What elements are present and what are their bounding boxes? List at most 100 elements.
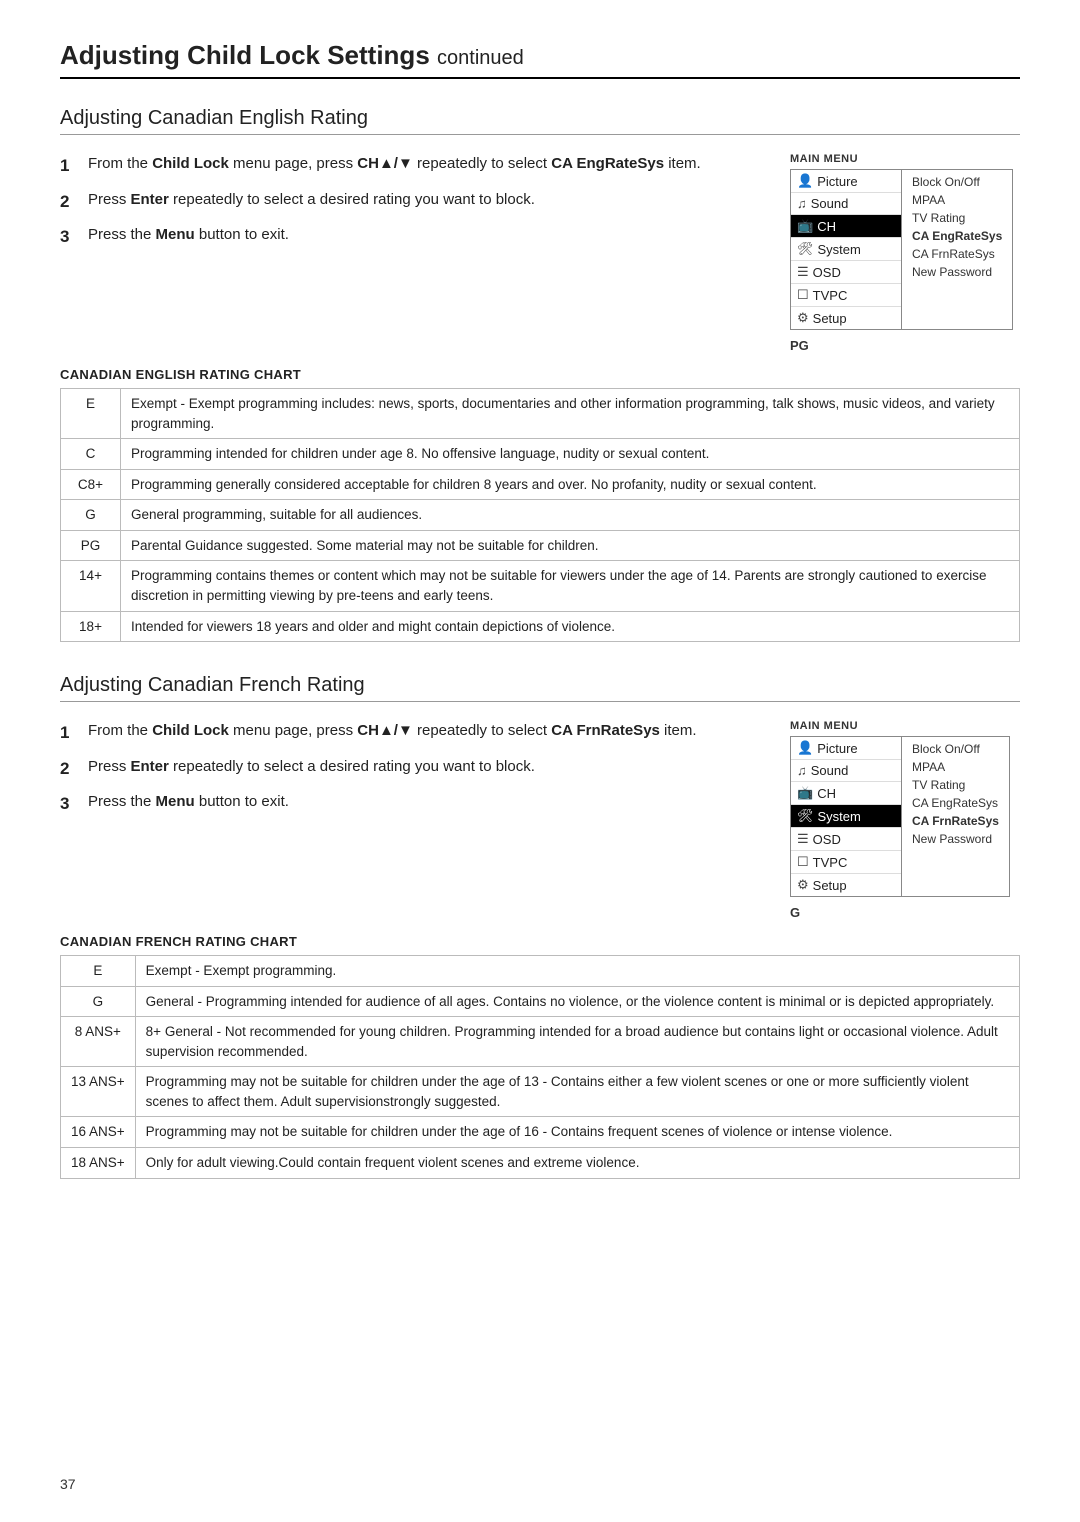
step-item: 2 Press Enter repeatedly to select a desi… bbox=[60, 756, 766, 782]
rating-description: General - Programming intended for audie… bbox=[135, 986, 1019, 1017]
step-number: 1 bbox=[60, 153, 82, 179]
rating-description: Programming may not be suitable for chil… bbox=[135, 1067, 1019, 1117]
menu-item-setup: ⚙ Setup bbox=[791, 874, 901, 896]
table-row: EExempt - Exempt programming includes: n… bbox=[61, 389, 1020, 439]
menu-right-item: CA EngRateSys bbox=[912, 228, 1002, 244]
rating-code: G bbox=[61, 500, 121, 531]
menu-item-label: CH bbox=[817, 219, 836, 234]
menu-item-tvpc: ☐ TVPC bbox=[791, 284, 901, 307]
menu2-rating: G bbox=[790, 905, 800, 920]
menu-item-picture: 👤 Picture bbox=[791, 737, 901, 760]
menu-right-item: CA FrnRateSys bbox=[912, 246, 1002, 262]
table-row: 13 ANS+Programming may not be suitable f… bbox=[61, 1067, 1020, 1117]
step-item: 2 Press Enter repeatedly to select a desi… bbox=[60, 189, 766, 215]
section2-chart-title: CANADIAN FRENCH RATING CHART bbox=[60, 934, 1020, 949]
picture-icon: 👤 bbox=[797, 740, 813, 756]
table-row: EExempt - Exempt programming. bbox=[61, 956, 1020, 987]
menu-item-sound: ♫ Sound bbox=[791, 193, 901, 215]
menu-item-label: Picture bbox=[817, 741, 857, 756]
rating-code: C bbox=[61, 439, 121, 470]
menu-right-item: Block On/Off bbox=[912, 174, 1002, 190]
rating-code: 8 ANS+ bbox=[61, 1017, 136, 1067]
table-row: PGParental Guidance suggested. Some mate… bbox=[61, 530, 1020, 561]
rating-description: Programming may not be suitable for chil… bbox=[135, 1117, 1019, 1148]
rating-code: E bbox=[61, 389, 121, 439]
sound-icon: ♫ bbox=[797, 196, 807, 211]
menu-right-item: MPAA bbox=[912, 192, 1002, 208]
picture-icon: 👤 bbox=[797, 173, 813, 189]
menu-item-label: System bbox=[818, 809, 861, 824]
setup-icon: ⚙ bbox=[797, 877, 809, 893]
menu-right-item: CA FrnRateSys bbox=[912, 813, 999, 829]
table-row: 18+Intended for viewers 18 years and old… bbox=[61, 611, 1020, 642]
menu-right-item: TV Rating bbox=[912, 210, 1002, 226]
step-number: 1 bbox=[60, 720, 82, 746]
rating-description: Exempt - Exempt programming. bbox=[135, 956, 1019, 987]
menu-item-sound: ♫Sound bbox=[791, 760, 901, 782]
menu-item-picture: 👤Picture bbox=[791, 170, 901, 193]
setup-icon: ⚙ bbox=[797, 310, 809, 326]
rating-description: Intended for viewers 18 years and older … bbox=[121, 611, 1020, 642]
table-row: GGeneral programming, suitable for all a… bbox=[61, 500, 1020, 531]
ch-icon: 📺 bbox=[797, 785, 813, 801]
step-text: Press Enter repeatedly to select a desir… bbox=[88, 756, 766, 779]
rating-code: PG bbox=[61, 530, 121, 561]
table-row: C8+Programming generally considered acce… bbox=[61, 469, 1020, 500]
page-title: Adjusting Child Lock Settings continued bbox=[60, 40, 1020, 79]
table-row: 14+Programming contains themes or conten… bbox=[61, 561, 1020, 611]
menu-item-label: TVPC bbox=[813, 288, 848, 303]
page-number: 37 bbox=[60, 1476, 76, 1492]
rating-code: 16 ANS+ bbox=[61, 1117, 136, 1148]
table-row: 8 ANS+8+ General - Not recommended for y… bbox=[61, 1017, 1020, 1067]
step-text: Press the Menu button to exit. bbox=[88, 791, 766, 814]
section1-chart-title: CANADIAN ENGLISH RATING CHART bbox=[60, 367, 1020, 382]
menu-box-2: 👤Picture♫Sound📺CH🛠System☰OSD☐TVPC⚙Setup … bbox=[790, 736, 1010, 897]
step-item: 3Press the Menu button to exit. bbox=[60, 224, 766, 250]
step-item: 3 Press the Menu button to exit. bbox=[60, 791, 766, 817]
menu-item-setup: ⚙Setup bbox=[791, 307, 901, 329]
rating-description: Programming intended for children under … bbox=[121, 439, 1020, 470]
section1-chart: EExempt - Exempt programming includes: n… bbox=[60, 388, 1020, 642]
menu-item-ch: 📺CH bbox=[791, 215, 901, 238]
main-menu-label-1: MAIN MENU bbox=[790, 153, 858, 165]
table-row: 16 ANS+Programming may not be suitable f… bbox=[61, 1117, 1020, 1148]
rating-code: 18+ bbox=[61, 611, 121, 642]
table-row: GGeneral - Programming intended for audi… bbox=[61, 986, 1020, 1017]
rating-description: Parental Guidance suggested. Some materi… bbox=[121, 530, 1020, 561]
menu-right-item: Block On/Off bbox=[912, 741, 999, 757]
menu-item-label: Sound bbox=[811, 196, 849, 211]
osd-icon: ☰ bbox=[797, 831, 809, 847]
menu-item-ch: 📺CH bbox=[791, 782, 901, 805]
rating-code: 13 ANS+ bbox=[61, 1067, 136, 1117]
section1-steps: 1From the Child Lock menu page, press CH… bbox=[60, 153, 766, 353]
rating-description: Programming contains themes or content w… bbox=[121, 561, 1020, 611]
rating-code: G bbox=[61, 986, 136, 1017]
table-row: CProgramming intended for children under… bbox=[61, 439, 1020, 470]
section2-steps: 1From the Child Lock menu page, press CH… bbox=[60, 720, 766, 920]
rating-description: Programming generally considered accepta… bbox=[121, 469, 1020, 500]
step-number: 3 bbox=[60, 791, 82, 817]
step-number: 2 bbox=[60, 756, 82, 782]
section1-menu: MAIN MENU 👤Picture♫Sound📺CH🛠System☰OSD☐T… bbox=[790, 153, 1020, 353]
continued-text: continued bbox=[437, 47, 524, 69]
rating-code: 18 ANS+ bbox=[61, 1148, 136, 1179]
section2-menu: MAIN MENU 👤 Picture ♫Sound📺CH 🛠 System ☰ OSD ☐T… bbox=[790, 720, 1020, 920]
section2-title: Adjusting Canadian French Rating bbox=[60, 674, 1020, 702]
title-text: Adjusting Child Lock Settings bbox=[60, 40, 430, 70]
tvpc-icon: ☐ bbox=[797, 287, 809, 303]
system-icon: 🛠 bbox=[797, 241, 814, 257]
step-text: Press Enter repeatedly to select a desir… bbox=[88, 189, 766, 212]
rating-code: C8+ bbox=[61, 469, 121, 500]
main-menu-label-2: MAIN MENU bbox=[790, 720, 858, 732]
step-number: 2 bbox=[60, 189, 82, 215]
rating-code: 14+ bbox=[61, 561, 121, 611]
menu-right-item: New Password bbox=[912, 264, 1002, 280]
rating-description: Only for adult viewing.Could contain fre… bbox=[135, 1148, 1019, 1179]
menu-item-label: OSD bbox=[813, 832, 841, 847]
menu-item-tvpc: ☐TVPC bbox=[791, 851, 901, 874]
rating-code: E bbox=[61, 956, 136, 987]
system-icon: 🛠 bbox=[797, 808, 814, 824]
menu-item-osd: ☰ OSD bbox=[791, 828, 901, 851]
menu-item-label: System bbox=[818, 242, 861, 257]
menu-item-label: Setup bbox=[813, 878, 847, 893]
